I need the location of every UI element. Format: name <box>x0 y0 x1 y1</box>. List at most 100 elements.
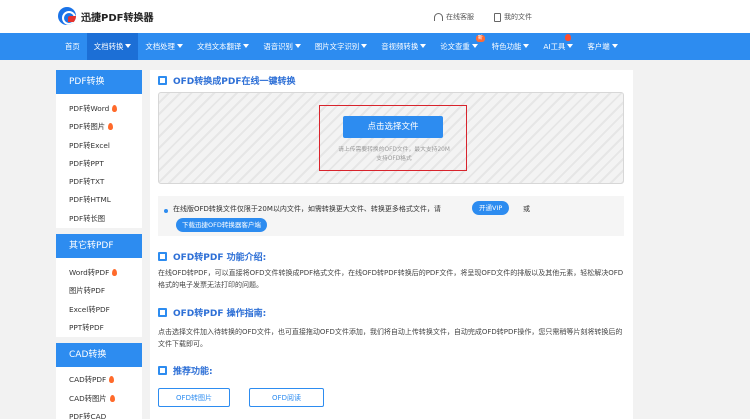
sidebar-item-label: PDF转HTML <box>69 195 111 205</box>
sidebar-item[interactable]: Excel转PDF <box>56 300 142 319</box>
sidebar-group-title-cad[interactable]: CAD转换 <box>56 343 142 368</box>
sidebar-item[interactable]: PDF转图片 <box>56 118 142 137</box>
fire-icon <box>108 123 114 131</box>
file-icon <box>494 12 501 22</box>
chevron-down-icon <box>567 44 574 48</box>
guide-title-text: OFD转PDF 操作指南: <box>173 309 267 319</box>
fire-icon <box>112 105 118 112</box>
sidebar-item-label: CAD转PDF <box>69 375 107 385</box>
nav-item-label: 论文查重 <box>440 42 470 51</box>
chevron-down-icon <box>471 44 478 48</box>
sidebar-item[interactable]: PDF转PPT <box>56 154 142 174</box>
sidebar-item-label: PDF转CAD <box>69 411 107 419</box>
nav-item[interactable]: 文档转换 <box>86 33 139 60</box>
sidebar-group-cad: CAD转PDF CAD转图片 PDF转CAD <box>56 371 142 419</box>
sidebar-item-label: PDF转图片 <box>69 122 106 132</box>
nav-item[interactable]: 论文查重新 <box>433 33 485 60</box>
sidebar-item[interactable]: PDF转HTML <box>56 191 142 210</box>
sidebar-item[interactable]: CAD转图片 <box>56 389 142 408</box>
upload-hint: 请上传需要转换的OFD文件，最大支持20M 支持OFD格式 <box>322 146 466 164</box>
intro-text: 在线OFD转PDF，可以直接将OFD文件转换成PDF格式文件，在线OFD转PDF… <box>158 269 624 289</box>
nav-item-label: 语音识别 <box>263 42 293 51</box>
nav-item-label: AI工具 <box>543 42 566 51</box>
sidebar-item[interactable]: CAD转PDF <box>56 371 142 390</box>
nav-item[interactable]: 图片文字识别 <box>308 33 374 60</box>
open-vip-button[interactable]: 开通VIP <box>472 201 510 215</box>
chevron-down-icon <box>176 44 183 48</box>
sidebar-group-title-pdf[interactable]: PDF转换 <box>56 70 142 94</box>
nav-item[interactable]: 语音识别 <box>256 33 308 60</box>
section-icon <box>158 76 167 85</box>
chevron-down-icon <box>420 44 427 48</box>
nav-item-label: 特色功能 <box>491 42 522 51</box>
recommend-ofd-to-image[interactable]: OFD转图片 <box>158 388 230 407</box>
nav-item-label: 图片文字识别 <box>314 42 360 51</box>
recommend-title: 推荐功能: <box>158 364 213 377</box>
notice-text: 在线版OFD转换文件仅限于20M以内文件，如需转换更大文件、转换更多格式文件，请 <box>173 205 441 213</box>
sidebar-item-label: Excel转PDF <box>69 304 110 314</box>
sidebar-item-label: PDF转Word <box>69 104 110 113</box>
online-service-label: 在线客服 <box>446 13 474 21</box>
nav-item[interactable]: 文档处理 <box>138 33 190 60</box>
top-links: 在线客服 我的文件 <box>434 12 532 22</box>
brand-logo[interactable]: 迅捷PDF转换器 <box>58 7 153 25</box>
fire-icon <box>112 269 118 277</box>
nav-item[interactable]: 客户端 <box>580 33 624 60</box>
sidebar-item-label: PDF转TXT <box>69 177 105 187</box>
sidebar-item-label: PDF转长图 <box>69 213 106 223</box>
sidebar-item[interactable]: PDF转TXT <box>56 173 142 192</box>
sidebar-item[interactable]: 图片转PDF <box>56 282 142 301</box>
sidebar-item[interactable]: PDF转Word <box>56 100 142 119</box>
recommend-icon <box>158 366 167 375</box>
sidebar-item-label: PPT转PDF <box>69 322 104 332</box>
sidebar-item[interactable]: PDF转CAD <box>56 407 142 419</box>
chevron-down-icon <box>611 44 618 48</box>
intro-title-text: OFD转PDF 功能介绍: <box>173 253 267 263</box>
sidebar-item-label: CAD转图片 <box>69 393 107 403</box>
sidebar-item[interactable]: PDF转长图 <box>56 209 142 229</box>
sidebar-group-title-other[interactable]: 其它转PDF <box>56 234 142 259</box>
sidebar-item[interactable]: Word转PDF <box>56 264 142 283</box>
intro-icon <box>158 252 167 261</box>
select-file-button[interactable]: 点击选择文件 <box>343 116 443 138</box>
intro-title: OFD转PDF 功能介绍: <box>158 250 266 263</box>
sidebar-item-label: PDF转PPT <box>69 158 104 168</box>
nav-item-label: 首页 <box>65 42 80 51</box>
sidebar-item-label: 图片转PDF <box>69 286 106 296</box>
nav-item[interactable]: 首页 <box>58 33 87 60</box>
guide-title: OFD转PDF 操作指南: <box>158 306 266 319</box>
top-header: 迅捷PDF转换器 在线客服 我的文件 <box>0 0 750 33</box>
chevron-down-icon <box>243 44 250 48</box>
recommend-ofd-reader[interactable]: OFD阅读 <box>249 388 324 407</box>
nav-items: 首页 文档转换 文档处理 文档文本翻译 语音识别 图片文字识别 音视频转换 论文查重新特色功能… <box>58 33 625 60</box>
logo-icon <box>58 7 76 25</box>
chevron-down-icon <box>125 44 132 48</box>
sidebar: PDF转换 PDF转Word PDF转图片 PDF转Excel PDF转PPT PDF转… <box>56 70 142 419</box>
main-content: OFD转换成PDF在线一键转换 点击选择文件 请上传需要转换的OFD文件，最大支… <box>150 70 633 419</box>
sidebar-item[interactable]: PPT转PDF <box>56 318 142 338</box>
upload-hint-line-1: 请上传需要转换的OFD文件，最大支持20M <box>338 147 450 153</box>
upload-dropzone[interactable]: 点击选择文件 请上传需要转换的OFD文件，最大支持20M 支持OFD格式 <box>158 92 624 184</box>
highlight-frame: 点击选择文件 请上传需要转换的OFD文件，最大支持20M 支持OFD格式 <box>319 105 467 171</box>
nav-item-label: 文档处理 <box>145 42 175 51</box>
online-service-link[interactable]: 在线客服 <box>434 12 474 22</box>
nav-item-label: 文档文本翻译 <box>196 42 242 51</box>
sidebar-item[interactable]: PDF转Excel <box>56 136 142 155</box>
nav-item-label: 客户端 <box>587 42 610 51</box>
nav-item[interactable]: 文档文本翻译 <box>190 33 256 60</box>
sidebar-item-label: Word转PDF <box>69 268 110 278</box>
or-text: 或 <box>523 205 530 213</box>
my-files-label: 我的文件 <box>504 13 532 21</box>
new-badge: 新 <box>475 35 485 42</box>
guide-icon <box>158 308 167 317</box>
chevron-down-icon <box>523 44 530 48</box>
hot-icon <box>565 34 572 41</box>
nav-item[interactable]: 音视频转换 <box>374 33 433 60</box>
my-files-link[interactable]: 我的文件 <box>494 12 532 22</box>
nav-item[interactable]: 特色功能 <box>485 33 537 60</box>
nav-item-label: 音视频转换 <box>381 42 419 51</box>
page-title-text: OFD转换成PDF在线一键转换 <box>173 77 296 87</box>
download-client-button[interactable]: 下载迅捷OFD转换器客户端 <box>176 218 267 232</box>
nav-item[interactable]: AI工具 <box>536 33 580 60</box>
fire-icon <box>109 376 115 384</box>
